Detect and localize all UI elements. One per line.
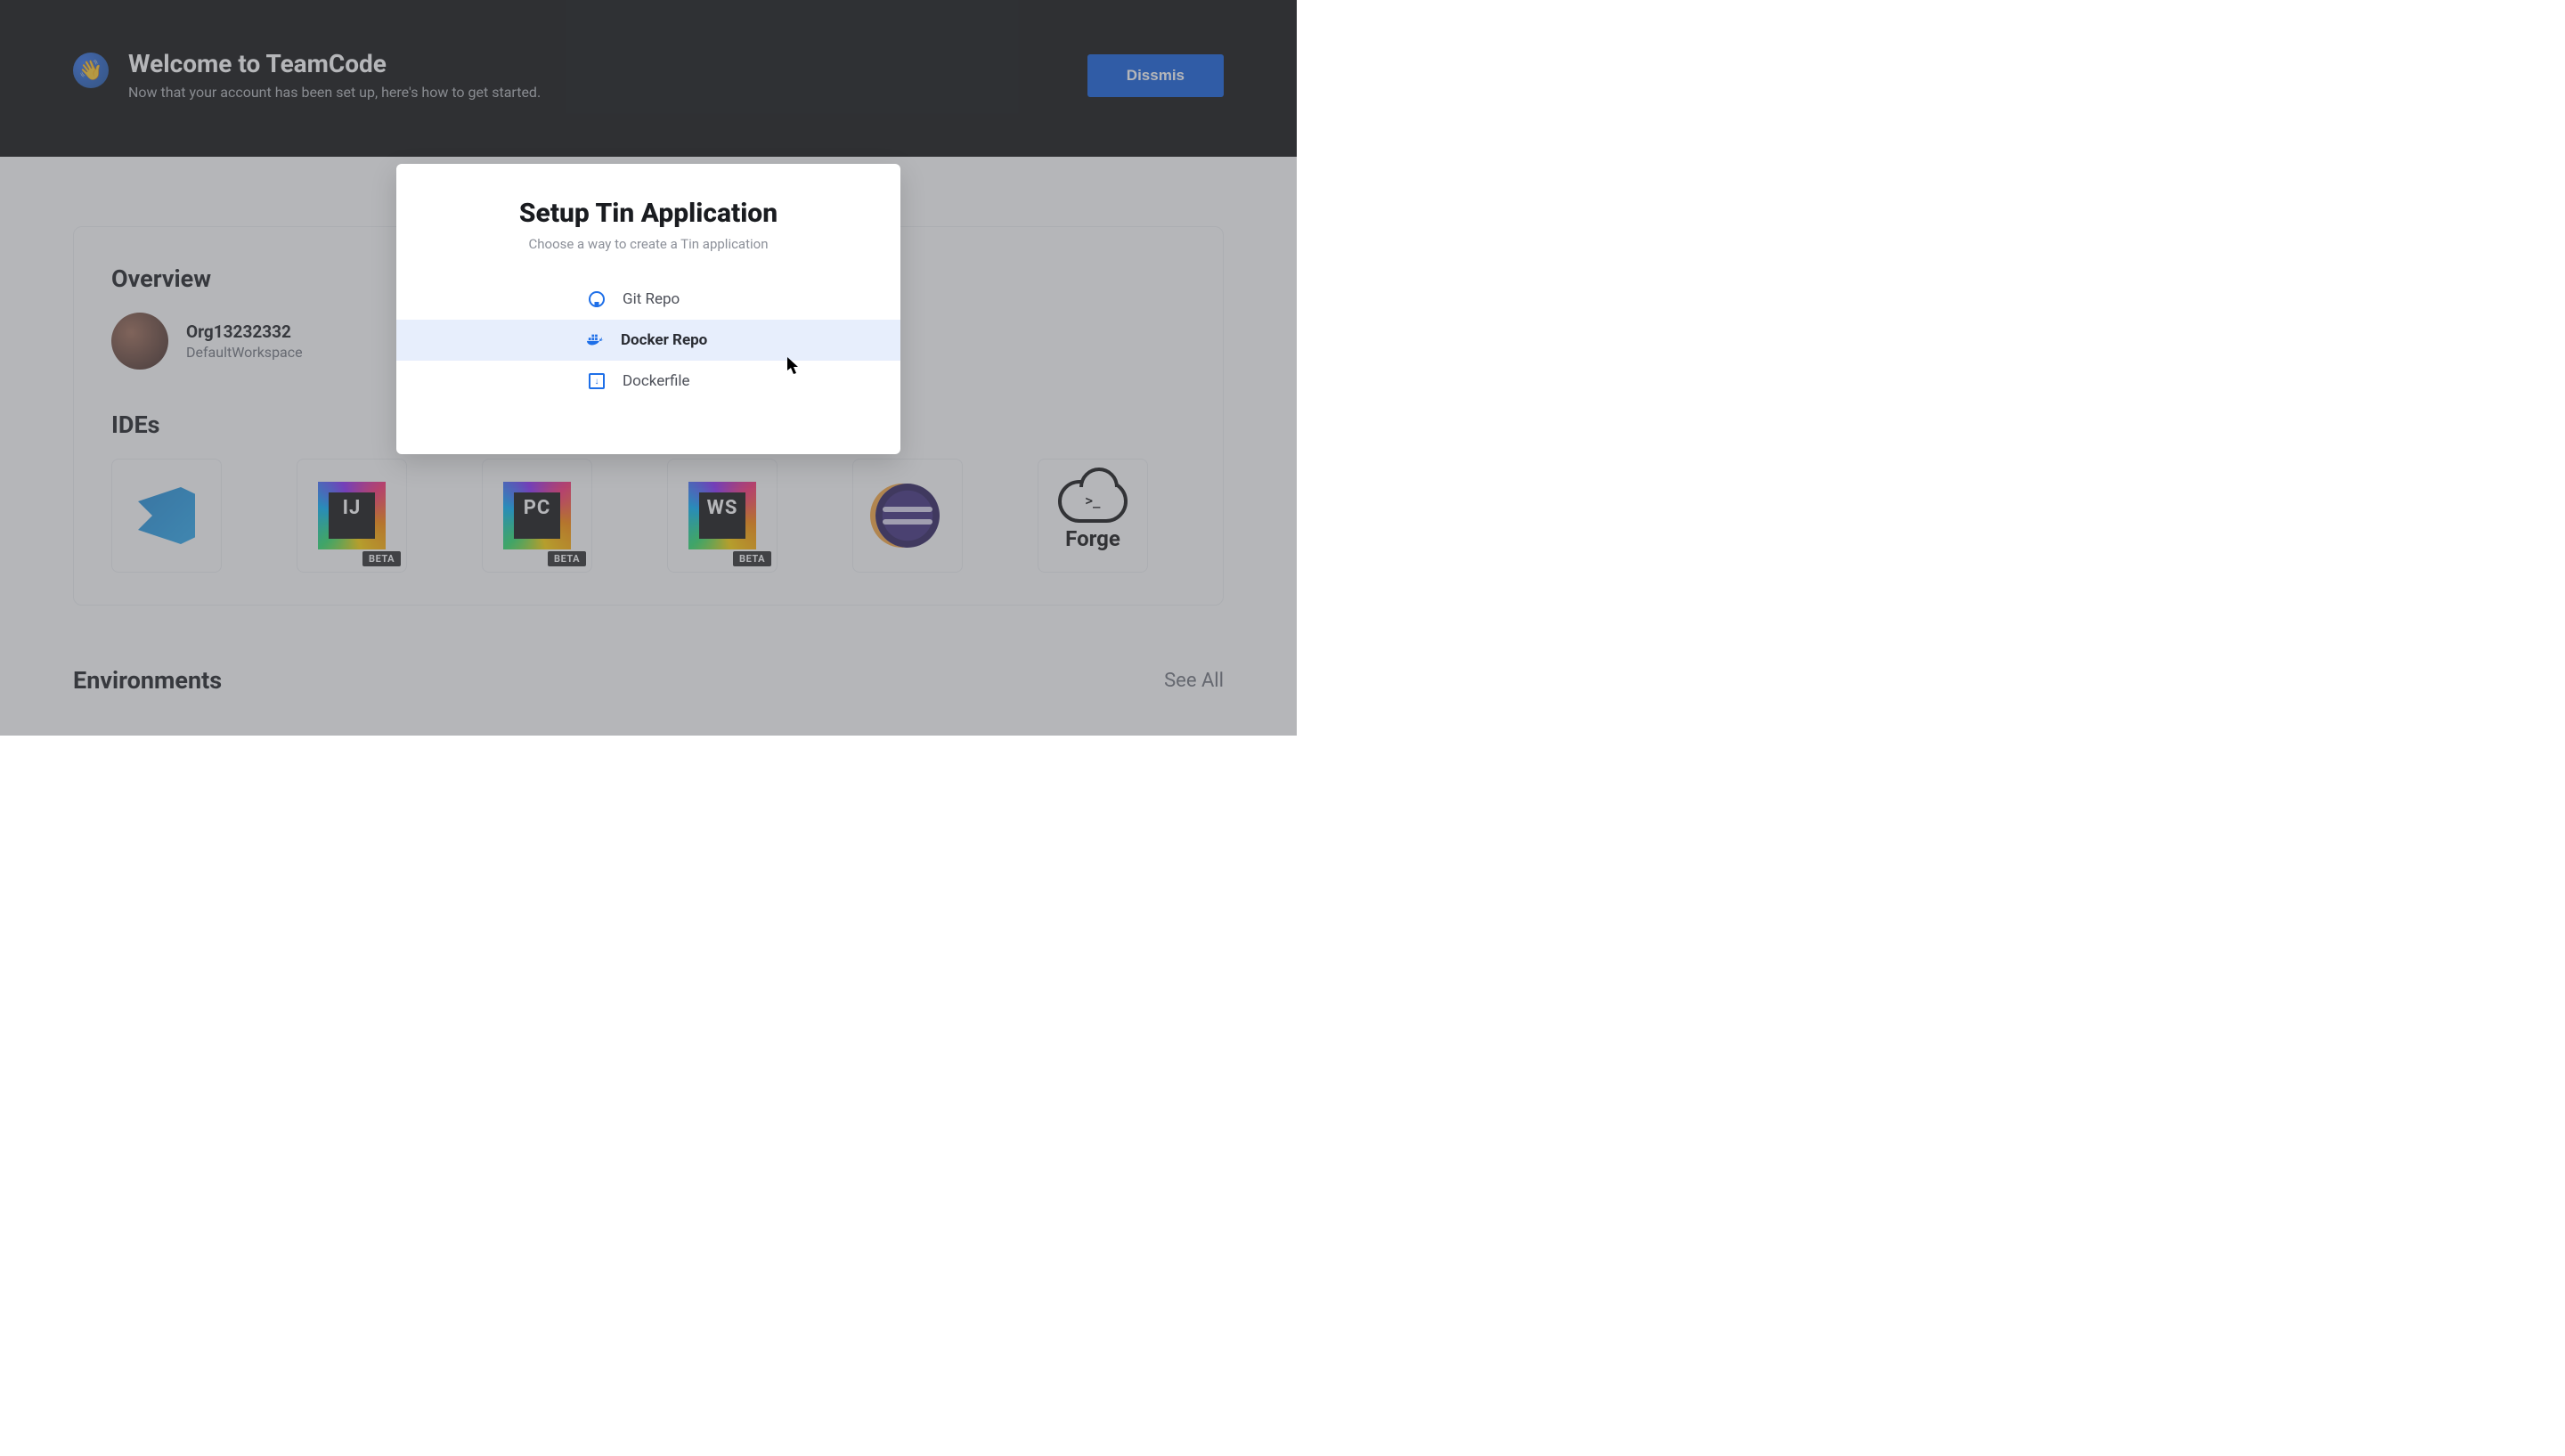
modal-title: Setup Tin Application [396,198,900,229]
dockerfile-icon: ↓ [587,371,607,391]
option-label: Docker Repo [621,331,707,349]
option-docker-repo[interactable]: Docker Repo [396,320,900,361]
github-icon [587,289,607,309]
option-dockerfile[interactable]: ↓ Dockerfile [396,361,900,402]
modal-options: Git Repo Docker Repo ↓ Dockerfile [396,279,900,402]
modal-subtitle: Choose a way to create a Tin application [396,236,900,252]
option-label: Dockerfile [623,372,690,390]
option-git-repo[interactable]: Git Repo [396,279,900,320]
option-label: Git Repo [623,290,680,308]
setup-tin-modal: Setup Tin Application Choose a way to cr… [396,164,900,454]
modal-overlay[interactable]: Setup Tin Application Choose a way to cr… [0,0,1297,736]
docker-icon [587,330,605,350]
